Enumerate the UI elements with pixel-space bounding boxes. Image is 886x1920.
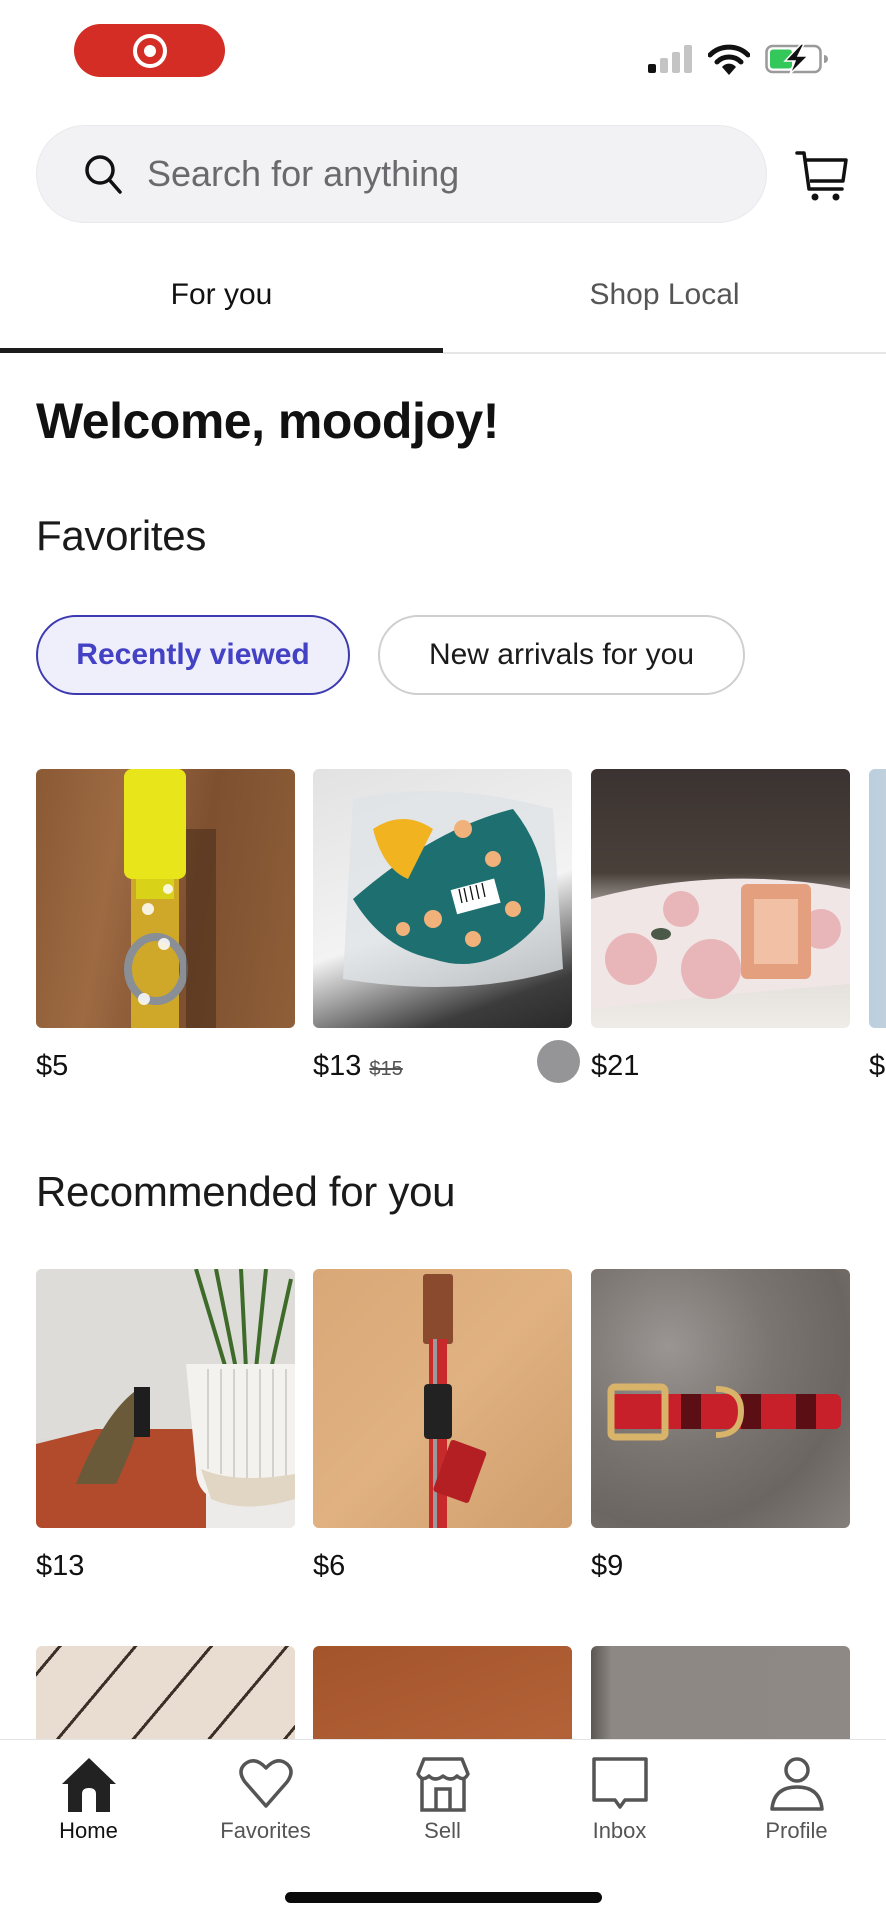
product-image[interactable] [313,1269,572,1528]
tab-for-you[interactable]: For you [0,262,443,355]
nav-label: Home [59,1818,118,1843]
bottom-navigation: Home Favorites Sell Inbox Profile [0,1739,886,1920]
product-price: $13 [36,1550,85,1582]
home-tabs: For you Shop Local [0,262,886,355]
product-image[interactable] [591,1269,850,1528]
screen-recording-indicator[interactable] [74,24,225,77]
search-icon [85,155,122,194]
favorites-heading: Favorites [36,512,207,559]
tab-shop-local[interactable]: Shop Local [443,262,886,355]
product-price: $21 [591,1050,640,1082]
nav-label: Favorites [220,1818,311,1843]
product-image[interactable] [36,769,295,1028]
search-bar[interactable] [36,125,767,223]
product-price: $ [869,1050,886,1082]
battery-charging-icon [765,44,828,74]
chip-recently-viewed[interactable]: Recently viewed [36,615,350,695]
record-icon [132,33,167,68]
status-bar [0,0,886,100]
chip-new-arrivals[interactable]: New arrivals for you [378,615,745,695]
search-input[interactable] [147,126,737,221]
nav-label: Profile [765,1818,828,1843]
nav-inbox[interactable]: Inbox [531,1756,708,1846]
carousel-scroll-indicator [537,1040,580,1083]
product-image[interactable] [36,1269,295,1528]
home-icon [61,1758,116,1812]
storefront-icon [415,1757,470,1812]
nav-sell[interactable]: Sell [354,1756,531,1846]
nav-label: Inbox [592,1818,647,1843]
person-icon [769,1757,824,1811]
original-price: $15 [369,1058,403,1080]
nav-favorites[interactable]: Favorites [177,1756,354,1846]
product-image[interactable] [869,769,886,1028]
nav-label: Sell [424,1818,461,1843]
product-image[interactable] [313,769,572,1028]
home-indicator[interactable] [285,1892,602,1903]
cellular-signal-icon [648,45,694,73]
product-price: $5 [36,1050,69,1082]
product-price: $13 $15 [313,1050,403,1082]
recommended-heading: Recommended for you [36,1168,456,1215]
cart-icon[interactable] [794,148,850,202]
nav-home[interactable]: Home [0,1756,177,1846]
active-tab-indicator [0,348,443,353]
nav-profile[interactable]: Profile [708,1756,885,1846]
product-price: $6 [313,1550,346,1582]
wifi-icon [708,44,750,75]
product-price: $9 [591,1550,624,1582]
product-image[interactable] [591,769,850,1028]
tab-divider [443,352,886,354]
welcome-heading: Welcome, moodjoy! [36,393,499,449]
heart-icon [238,1759,293,1808]
chat-bubble-icon [591,1757,648,1809]
